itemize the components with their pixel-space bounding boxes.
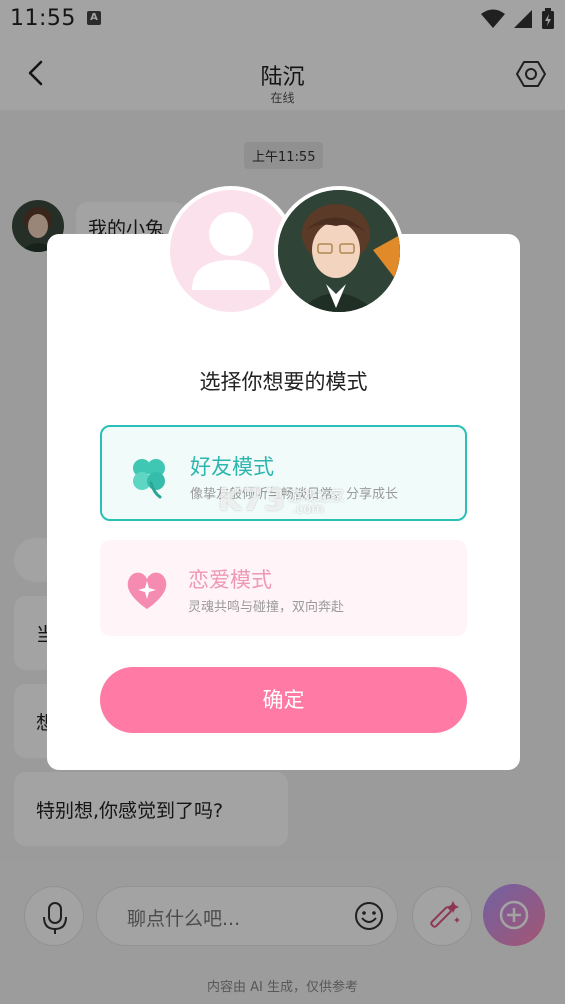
character-avatar-large: [274, 186, 404, 316]
confirm-button[interactable]: 确定: [100, 667, 467, 733]
clover-icon: [133, 459, 165, 499]
watermark-domain: .com: [292, 502, 324, 517]
heart-icon: [127, 572, 167, 609]
mode-name: 好友模式: [190, 455, 274, 479]
watermark-logo: K73: [218, 483, 286, 518]
mode-option-love[interactable]: 恋爱模式 灵魂共鸣与碰撞，双向奔赴: [100, 540, 467, 636]
dialog-title: 选择你想要的模式: [199, 370, 368, 394]
mode-description: 灵魂共鸣与碰撞，双向奔赴: [188, 600, 345, 615]
mode-name: 恋爱模式: [188, 568, 272, 592]
